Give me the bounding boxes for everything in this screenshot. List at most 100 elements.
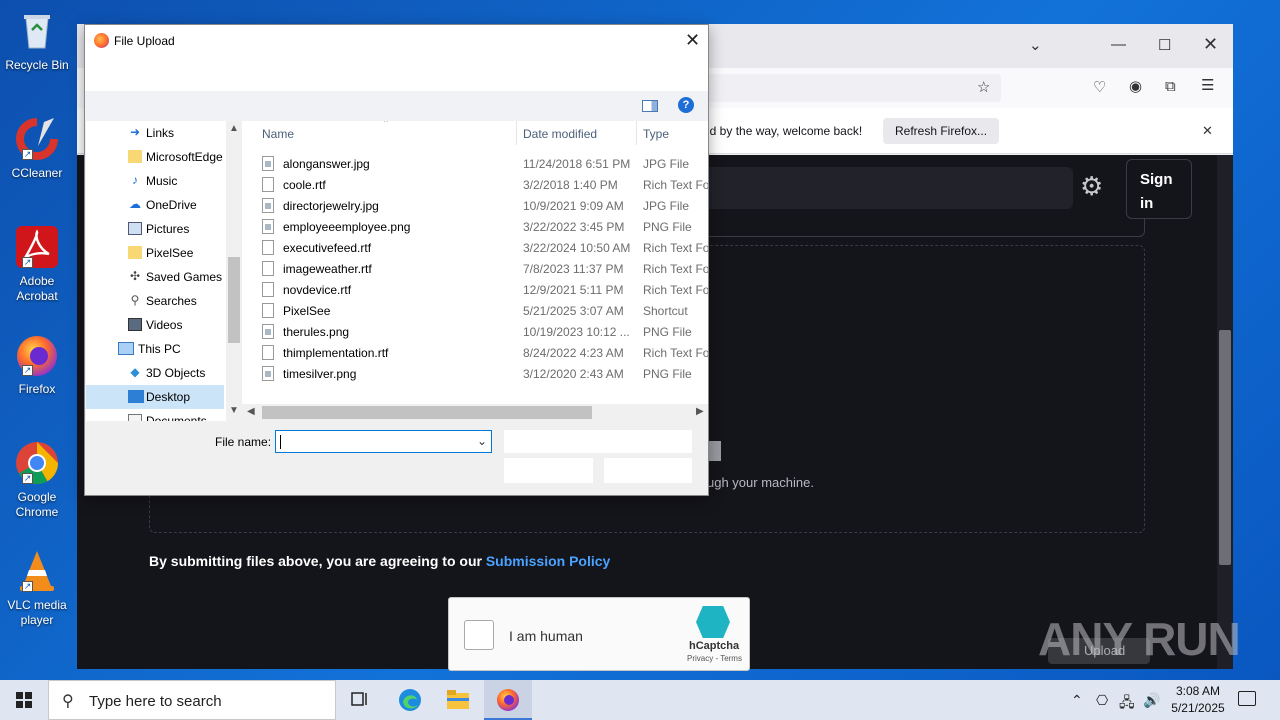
maximize-icon[interactable]: ☐	[1158, 38, 1171, 54]
scroll-up-icon[interactable]: ▲	[229, 123, 239, 134]
file-date: 3/22/2024 10:50 AM	[523, 241, 631, 255]
scroll-right-icon[interactable]: ▶	[696, 406, 704, 417]
anyrun-watermark: ANY RUN	[1038, 613, 1241, 665]
refresh-firefox-button[interactable]: Refresh Firefox...	[883, 118, 1000, 144]
close-icon[interactable]: ✕	[1203, 35, 1218, 53]
column-header-date[interactable]: Date modified	[523, 126, 597, 148]
sign-in-button[interactable]: Sign in	[1126, 159, 1192, 219]
page-scrollbar[interactable]	[1217, 155, 1233, 669]
file-list-horizontal-scrollbar[interactable]: ◀ ▶	[242, 404, 708, 421]
scroll-left-icon[interactable]: ◀	[247, 406, 255, 417]
nav-item-this-pc[interactable]: This PC	[86, 337, 224, 361]
file-row[interactable]: alonganswer.jpg 11/24/2018 6:51 PM JPG F…	[242, 153, 708, 174]
start-button[interactable]	[0, 680, 48, 720]
file-row[interactable]: directorjewelry.jpg 10/9/2021 9:09 AM JP…	[242, 195, 708, 216]
network-icon[interactable]: 🖧	[1119, 692, 1135, 716]
nav-item-pictures[interactable]: Pictures	[86, 217, 224, 241]
captcha-terms-link[interactable]: Privacy - Terms	[687, 654, 742, 663]
shortcut-arrow-icon: ↗	[22, 581, 33, 592]
task-view-button[interactable]	[336, 680, 384, 720]
file-name: therules.png	[283, 325, 350, 339]
preview-pane-icon[interactable]	[642, 100, 658, 112]
column-header-name[interactable]: Name	[262, 126, 294, 148]
nav-item-searches[interactable]: ⚲ Searches	[86, 289, 224, 313]
firefox-icon	[497, 689, 519, 711]
desktop-icon-firefox[interactable]: ↗ Firefox	[4, 332, 70, 397]
nav-item-saved-games[interactable]: ✣ Saved Games	[86, 265, 224, 289]
nav-item-3d-objects[interactable]: ◆ 3D Objects	[86, 361, 224, 385]
captcha-checkbox[interactable]	[464, 620, 494, 650]
cancel-button[interactable]	[604, 458, 692, 483]
nav-item-onedrive[interactable]: ☁ OneDrive	[86, 193, 224, 217]
list-all-tabs-icon[interactable]: ⌄	[1029, 38, 1042, 54]
extensions-icon[interactable]: ⧉	[1165, 79, 1176, 95]
column-divider[interactable]	[636, 121, 637, 145]
meet-now-icon[interactable]: ⎔	[1096, 692, 1108, 709]
close-notification-icon[interactable]: ✕	[1202, 123, 1213, 139]
file-type: PNG File	[643, 220, 692, 234]
file-row[interactable]: novdevice.rtf 12/9/2021 5:11 PM Rich Tex…	[242, 279, 708, 300]
scrollbar-thumb[interactable]	[228, 257, 240, 343]
shortcut-arrow-icon: ↗	[22, 149, 33, 160]
volume-icon[interactable]: 🔊	[1143, 692, 1160, 709]
scrollbar-thumb[interactable]	[262, 406, 592, 419]
nav-item-desktop[interactable]: Desktop	[86, 385, 224, 409]
searches-icon: ⚲	[130, 293, 140, 307]
gear-icon[interactable]: ⚙	[1080, 171, 1103, 202]
taskbar-file-explorer[interactable]	[434, 680, 482, 720]
desktop-icon-recycle-bin[interactable]: Recycle Bin	[4, 8, 70, 73]
file-type-filter[interactable]	[504, 430, 692, 453]
submission-policy-link[interactable]: Submission Policy	[486, 553, 610, 569]
file-type: Rich Text Format	[643, 178, 708, 192]
file-row[interactable]: thimplementation.rtf 8/24/2022 4:23 AM R…	[242, 342, 708, 363]
file-name-label: File name:	[215, 435, 272, 449]
nav-item-pixelsee[interactable]: PixelSee	[86, 241, 224, 265]
file-row[interactable]: employeeemployee.png 3/22/2022 3:45 PM P…	[242, 216, 708, 237]
clock-time: 3:08 AM	[1175, 684, 1221, 698]
taskbar-edge[interactable]	[386, 680, 434, 720]
notification-center-icon[interactable]	[1238, 691, 1256, 706]
nav-item-documents[interactable]: Documents	[86, 409, 224, 421]
taskbar-clock[interactable]: 3:08 AM 5/21/2025	[1160, 683, 1236, 717]
desktop-icon-google-chrome[interactable]: ↗ Google Chrome	[4, 440, 70, 520]
scroll-down-icon[interactable]: ▼	[229, 405, 239, 416]
desktop-icon-ccleaner[interactable]: ↗ CCleaner	[4, 116, 70, 181]
column-header-type[interactable]: Type	[643, 126, 669, 148]
url-bar[interactable]: ☆	[707, 74, 1001, 102]
nav-item-links[interactable]: ➜ Links	[86, 121, 224, 145]
scrollbar-thumb[interactable]	[1219, 330, 1231, 565]
file-name: thimplementation.rtf	[283, 346, 389, 360]
nav-item-videos[interactable]: Videos	[86, 313, 224, 337]
account-icon[interactable]: ◉	[1129, 79, 1142, 95]
show-hidden-icons-chevron-icon[interactable]: ⌃	[1071, 692, 1083, 709]
menu-icon[interactable]: ☰	[1201, 78, 1214, 94]
document-file-icon	[262, 345, 274, 360]
drop-zone-text: ugh your machine.	[707, 475, 814, 490]
taskbar-search-box[interactable]: ⚲ Type here to search	[48, 680, 336, 720]
navigation-pane-scrollbar[interactable]: ▲ ▼	[226, 121, 242, 421]
open-button[interactable]	[504, 458, 593, 483]
file-row[interactable]: therules.png 10/19/2023 10:12 ... PNG Fi…	[242, 321, 708, 342]
file-row[interactable]: timesilver.png 3/12/2020 2:43 AM PNG Fil…	[242, 363, 708, 384]
bookmark-star-icon[interactable]: ☆	[977, 80, 990, 96]
chevron-down-icon[interactable]: ⌄	[477, 434, 487, 448]
pocket-icon[interactable]: ♡	[1093, 80, 1106, 96]
this-pc-icon	[118, 342, 134, 355]
shortcut-arrow-icon: ↗	[22, 473, 33, 484]
file-row[interactable]: PixelSee 5/21/2025 3:07 AM Shortcut	[242, 300, 708, 321]
nav-item-music[interactable]: ♪ Music	[86, 169, 224, 193]
file-name: PixelSee	[283, 304, 331, 318]
desktop-icon-adobe-acrobat[interactable]: ↗ Adobe Acrobat	[4, 224, 70, 304]
image-file-icon	[262, 324, 274, 339]
file-row[interactable]: imageweather.rtf 7/8/2023 11:37 PM Rich …	[242, 258, 708, 279]
minimize-icon[interactable]: —	[1111, 37, 1126, 53]
file-row[interactable]: executivefeed.rtf 3/22/2024 10:50 AM Ric…	[242, 237, 708, 258]
desktop-icon-vlc[interactable]: ↗ VLC media player	[4, 548, 70, 628]
file-row[interactable]: coole.rtf 3/2/2018 1:40 PM Rich Text For…	[242, 174, 708, 195]
file-name-input[interactable]: ⌄	[275, 430, 492, 453]
nav-item-microsoftedge[interactable]: MicrosoftEdge	[86, 145, 224, 169]
close-icon[interactable]: ✕	[685, 30, 700, 51]
help-icon[interactable]: ?	[678, 97, 694, 113]
taskbar-firefox[interactable]	[484, 680, 532, 720]
column-divider[interactable]	[516, 121, 517, 145]
